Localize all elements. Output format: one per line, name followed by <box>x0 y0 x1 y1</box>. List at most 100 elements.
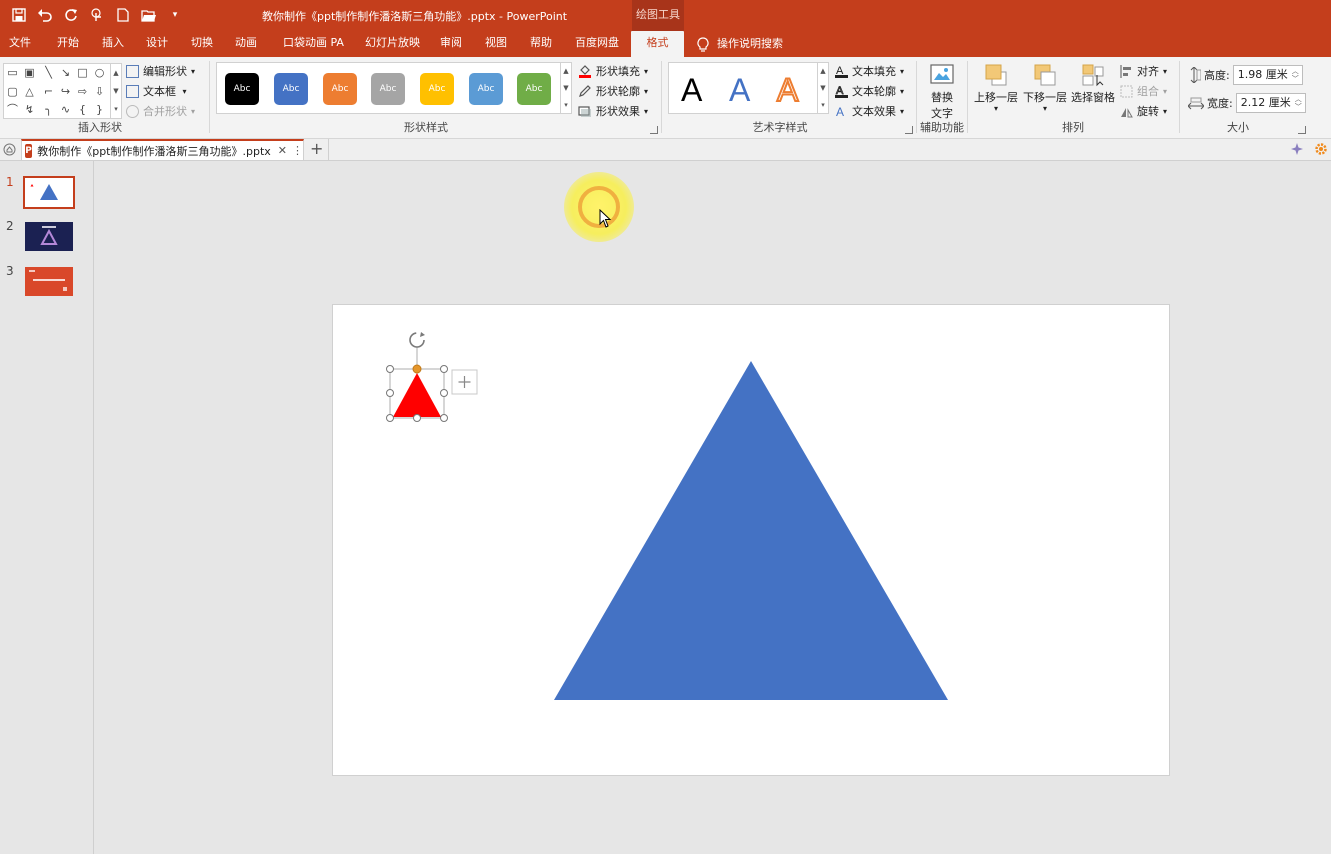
align-button[interactable]: 对齐 ▾ <box>1120 63 1167 79</box>
style-swatch-blue[interactable]: Abc <box>274 73 308 105</box>
send-backward-button[interactable]: 下移一层 ▾ <box>1022 63 1068 113</box>
settings-gear-icon[interactable] <box>1314 142 1328 156</box>
style-swatch-light-blue[interactable]: Abc <box>469 73 503 105</box>
height-input[interactable]: 1.98 厘米 ︿ ﹀ <box>1232 65 1303 85</box>
alt-text-button[interactable]: 替换 文字 <box>925 63 959 121</box>
resize-handle-ne[interactable] <box>440 365 448 373</box>
rotate-handle-icon[interactable] <box>409 332 425 348</box>
shape-rectangle[interactable]: □ <box>76 66 89 79</box>
tab-format[interactable]: 格式 <box>631 31 684 57</box>
redo-icon[interactable] <box>60 5 82 25</box>
style-swatch-black[interactable]: Abc <box>225 73 259 105</box>
resize-handle-s[interactable] <box>413 414 421 422</box>
shape-textbox[interactable]: ▭ <box>6 66 19 79</box>
tab-slideshow[interactable]: 幻灯片放映 <box>365 31 420 57</box>
tab-more-icon[interactable]: ⋮ <box>292 144 303 157</box>
shape-arc[interactable]: ╮ <box>42 103 55 116</box>
wordart-launcher-icon[interactable] <box>905 126 913 134</box>
shape-rounded-rect[interactable]: ▢ <box>6 85 19 98</box>
shape-vertical-textbox[interactable]: ▣ <box>23 66 36 79</box>
shape-lightning[interactable]: ↯ <box>23 103 36 116</box>
shape-line[interactable]: ╲ <box>42 66 55 79</box>
resize-handle-nw[interactable] <box>386 365 394 373</box>
new-icon[interactable] <box>112 5 134 25</box>
shape-oval[interactable]: ○ <box>93 66 106 79</box>
slide-1[interactable] <box>332 304 1170 776</box>
rotate-button[interactable]: 旋转 ▾ <box>1120 103 1167 119</box>
resize-handle-e[interactable] <box>440 389 448 397</box>
slide-thumbnail-3[interactable] <box>25 267 73 296</box>
shape-styles-launcher-icon[interactable] <box>650 126 658 134</box>
size-launcher-icon[interactable] <box>1298 126 1306 134</box>
shape-style-gallery[interactable]: Abc Abc Abc Abc Abc Abc Abc ▲ ▼ ▾ <box>216 62 572 114</box>
tab-baidu-netdisk[interactable]: 百度网盘 <box>575 31 619 57</box>
shape-arrow-line[interactable]: ↘ <box>59 66 72 79</box>
text-effects-button[interactable]: A 文本效果 ▾ <box>835 103 904 119</box>
edit-shape-button[interactable]: 编辑形状 ▾ <box>126 63 195 79</box>
bring-forward-button[interactable]: 上移一层 ▾ <box>973 63 1019 113</box>
red-triangle[interactable] <box>393 373 441 417</box>
home-icon[interactable] <box>3 143 16 156</box>
style-swatch-green[interactable]: Abc <box>517 73 551 105</box>
tab-pocket-animation[interactable]: 口袋动画 PA <box>283 31 344 57</box>
shape-elbow[interactable]: ⌐ <box>42 85 55 98</box>
shape-left-brace[interactable]: { <box>76 103 89 116</box>
shapes-gallery-scroll[interactable]: ▲ ▼ ▾ <box>110 63 122 119</box>
style-swatch-orange[interactable]: Abc <box>323 73 357 105</box>
wordart-gallery-scroll[interactable]: ▲ ▼ ▾ <box>817 62 829 114</box>
close-tab-icon[interactable]: ✕ <box>278 144 287 157</box>
wordart-orange-outline[interactable]: A <box>776 72 799 108</box>
tab-view[interactable]: 视图 <box>485 31 507 57</box>
tab-file[interactable]: 文件 <box>9 31 31 57</box>
selection-pane-button[interactable]: 选择窗格 <box>1071 63 1115 105</box>
touch-mode-icon[interactable] <box>86 5 108 25</box>
style-swatch-gold[interactable]: Abc <box>420 73 454 105</box>
tell-me-search[interactable]: 操作说明搜索 <box>697 31 783 57</box>
text-outline-button[interactable]: A 文本轮廓 ▾ <box>835 83 904 99</box>
text-box-button[interactable]: 文本框 ▾ <box>126 83 187 99</box>
shape-outline-button[interactable]: 形状轮廓 ▾ <box>578 83 648 99</box>
tab-home[interactable]: 开始 <box>57 31 79 57</box>
new-tab-icon[interactable]: + <box>310 139 323 159</box>
group-button[interactable]: 组合 ▾ <box>1120 83 1167 99</box>
layout-options-button[interactable] <box>451 369 478 395</box>
shape-triangle[interactable]: △ <box>23 85 36 98</box>
tab-help[interactable]: 帮助 <box>530 31 552 57</box>
slide-thumbnail-1[interactable] <box>23 176 75 209</box>
shape-right-brace[interactable]: } <box>93 103 106 116</box>
resize-handle-se[interactable] <box>440 414 448 422</box>
tab-review[interactable]: 审阅 <box>440 31 462 57</box>
text-fill-button[interactable]: A 文本填充 ▾ <box>835 63 904 79</box>
customize-icon[interactable]: ▾ <box>164 5 186 25</box>
editing-canvas[interactable] <box>95 161 1331 854</box>
resize-handle-sw[interactable] <box>386 414 394 422</box>
tab-transitions[interactable]: 切换 <box>191 31 213 57</box>
merge-shapes-button[interactable]: 合并形状 ▾ <box>126 103 195 119</box>
style-gallery-scroll[interactable]: ▲ ▼ ▾ <box>560 62 572 114</box>
sparkle-icon[interactable] <box>1290 142 1304 156</box>
shape-right-arrow[interactable]: ⇨ <box>76 85 89 98</box>
slide-thumbnail-2[interactable] <box>25 222 73 251</box>
width-input[interactable]: 2.12 厘米 ︿ ﹀ <box>1235 93 1306 113</box>
shape-down-arrow[interactable]: ⇩ <box>93 85 106 98</box>
shape-freeform[interactable]: ⌒ <box>6 103 19 116</box>
selected-shape[interactable] <box>386 332 448 422</box>
tab-design[interactable]: 设计 <box>146 31 168 57</box>
wordart-blue[interactable]: A <box>729 73 750 107</box>
wordart-black[interactable]: A <box>681 73 702 107</box>
tab-insert[interactable]: 插入 <box>102 31 124 57</box>
wordart-gallery[interactable]: A A A ▲ ▼ ▾ <box>668 62 829 114</box>
shape-curve[interactable]: ∿ <box>59 103 72 116</box>
shape-effects-button[interactable]: 形状效果 ▾ <box>578 103 648 119</box>
width-spinner[interactable]: ︿ ﹀ <box>1295 95 1302 111</box>
height-spinner[interactable]: ︿ ﹀ <box>1292 67 1299 83</box>
resize-handle-w[interactable] <box>386 389 394 397</box>
adjust-handle[interactable] <box>412 364 422 374</box>
shape-fill-button[interactable]: 形状填充 ▾ <box>578 63 648 79</box>
undo-icon[interactable] <box>34 5 56 25</box>
save-icon[interactable] <box>8 5 30 25</box>
style-swatch-gray[interactable]: Abc <box>371 73 405 105</box>
tab-animations[interactable]: 动画 <box>235 31 257 57</box>
shape-elbow-arrow[interactable]: ↪ <box>59 85 72 98</box>
shapes-gallery[interactable]: ▭ ▣ ╲ ↘ □ ○ ▢ △ ⌐ ↪ ⇨ ⇩ ⌒ ↯ ╮ ∿ { } ▲ ▼ ▾ <box>3 63 122 119</box>
